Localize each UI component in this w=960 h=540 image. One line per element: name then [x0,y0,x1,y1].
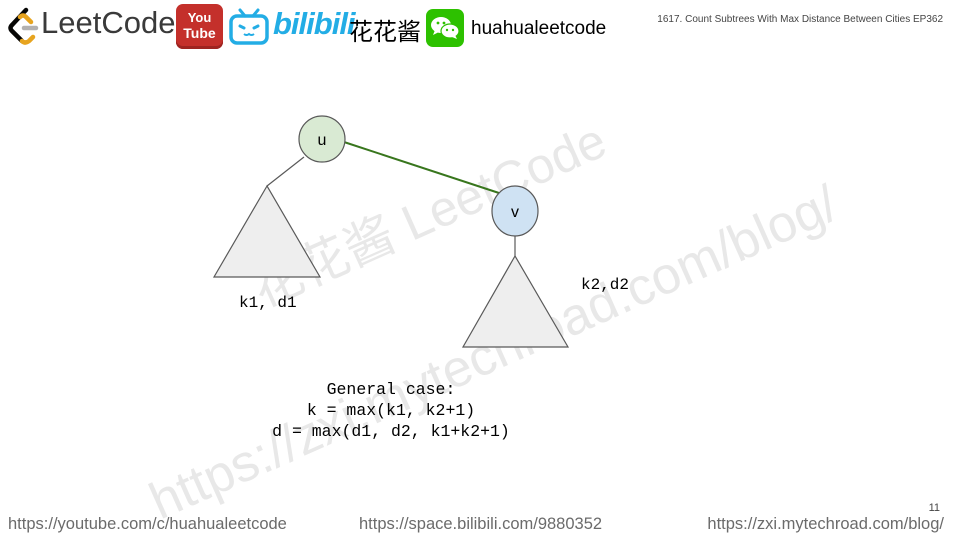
formula-line-k: k = max(k1, k2+1) [306,401,476,420]
left-subtree-label: k1, d1 [239,294,297,312]
edge-u-left-subtree [266,156,305,187]
blog-url-link[interactable]: https://zxi.mytechroad.com/blog/ [707,515,944,534]
formula-block: General case: k = max(k1, k2+1) d = max(… [216,379,566,442]
right-subtree-triangle [461,254,570,348]
formula-line-d: d = max(d1, d2, k1+k2+1) [272,422,510,441]
formula-line-heading: General case: [326,380,456,399]
page-number: 11 [928,502,940,514]
node-v-label: v [511,204,519,221]
node-u-label: u [318,132,327,149]
left-subtree-triangle [212,184,322,278]
youtube-url-link[interactable]: https://youtube.com/c/huahualeetcode [8,515,287,534]
bilibili-url-link[interactable]: https://space.bilibili.com/9880352 [359,515,602,534]
right-subtree-label: k2,d2 [581,276,630,294]
edge-u-v [343,141,500,194]
tree-diagram: u v [212,115,570,348]
